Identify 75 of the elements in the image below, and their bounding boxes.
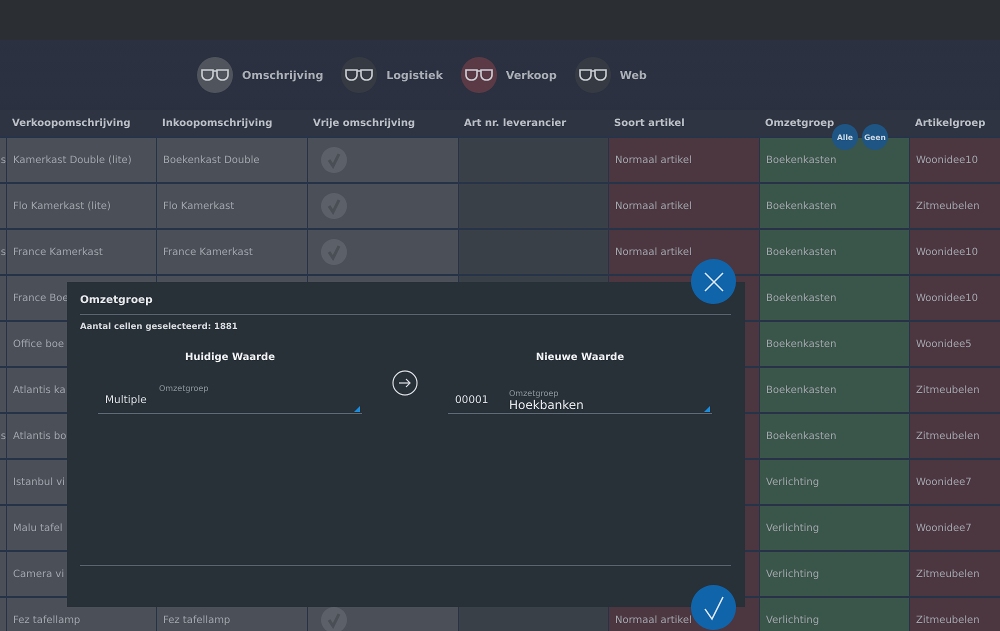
view-tab-label[interactable]: Omschrijving [242,68,324,82]
cell-text: Verlichting [766,568,820,580]
cell-text: Malu tafel [13,522,63,534]
column-title: Vrije omschrijving [313,118,416,128]
cell-text: Fez tafellamp [13,614,80,626]
column-title: Art nr. leverancier [464,118,566,128]
glasses-icon [345,69,374,81]
resize-corner-icon [704,406,710,412]
cell-text: Zitmeubelen [916,568,980,580]
view-tab-label[interactable]: Logistiek [386,68,443,82]
group-field[interactable]: Multiple Omzetgroep [98,380,362,414]
cell-text: Normaal artikel [615,246,692,258]
selection-count: Aantal cellen geselecteerd: 1881 [80,322,239,332]
cell-text: Woonidee7 [916,476,972,488]
cell-text: Flo Kamerkast [163,200,234,212]
column-title: Soort artikel [614,118,685,128]
cell-text: s [0,154,6,166]
cell-text: Atlantis bo [13,430,66,442]
cell-text: France Kamerkast [13,246,103,258]
resize-corner-icon [354,406,360,412]
cell-text: Boekenkasten [766,154,836,166]
cell-text: Fez tafellamp [163,614,230,626]
cell-text: Boekenkasten [766,292,836,304]
cell-text: Zitmeubelen [916,614,980,626]
cell-text: Woonidee7 [916,522,972,534]
cell-text: Normaal artikel [615,200,692,212]
cell-text: Camera vi [13,568,64,580]
cell-text: Zitmeubelen [916,430,980,442]
group-field[interactable]: 00001 Omzetgroep Hoekbanken [448,380,712,414]
glasses-icon [578,69,607,81]
cell-text: Zitmeubelen [916,200,980,212]
cell-text: Verlichting [766,614,820,626]
cell-text: Verlichting [766,522,820,534]
cell-text: Normaal artikel [615,154,692,166]
cell-text: s [0,246,6,258]
checkmark-icon [702,594,724,620]
cell-text: Boekenkasten [766,384,836,396]
arrow-right-icon [392,370,418,396]
cell-text: Boekenkasten [766,430,836,442]
glasses-icon [464,69,493,81]
value-heading: Nieuwe Waarde [536,352,624,365]
column-title: Artikelgroep [915,118,986,128]
view-tab-label[interactable]: Verkoop [506,68,557,82]
cell-text: s [0,430,6,442]
view-tab-circle[interactable] [197,57,233,93]
cell-text: Kamerkast Double (lite) [13,154,132,166]
cell-text: Woonidee10 [916,292,978,304]
close-button[interactable] [691,259,736,304]
cell-text: Office boe [13,338,64,350]
cell-text: Boekenkasten [766,338,836,350]
dialog-title: Omzetgroep [80,294,154,308]
cell-text: Verlichting [766,476,820,488]
cell-text: Atlantis ka [13,384,66,396]
close-icon [702,270,724,292]
confirm-button[interactable] [691,585,736,630]
view-tab-label[interactable]: Web [620,68,647,82]
column-title: Inkoopomschrijving [162,118,272,128]
cell-text: France Kamerkast [163,246,253,258]
cell-text: Istanbul vi [13,476,65,488]
column-title: Verkoopomschrijving [12,118,130,128]
cell-text: Flo Kamerkast (lite) [13,200,111,212]
cell-text: Boekenkast Double [163,154,260,166]
column-title: Omzetgroep [765,118,834,128]
cell-text: Woonidee10 [916,154,978,166]
cell-text: Woonidee5 [916,338,972,350]
view-tab-circle[interactable] [341,57,378,93]
glasses-icon [201,69,229,81]
cell-text: Boekenkasten [766,246,836,258]
cell-text: Woonidee10 [916,246,978,258]
cell-text: Zitmeubelen [916,384,980,396]
view-tab-circle[interactable] [574,57,611,93]
value-heading: Huidige Waarde [185,352,275,365]
cell-text: Normaal artikel [615,614,692,626]
cell-text: Boekenkasten [766,200,836,212]
view-tab-circle[interactable] [460,57,497,93]
